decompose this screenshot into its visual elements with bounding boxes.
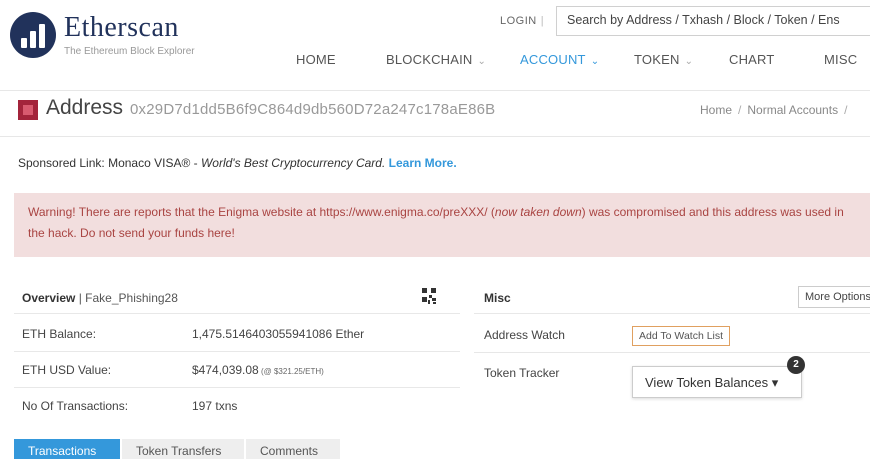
tx-count-row: No Of Transactions: 197 txns xyxy=(14,388,460,424)
misc-title: Misc xyxy=(484,291,511,305)
login-label: LOGIN xyxy=(500,15,537,27)
nav-token-label: TOKEN xyxy=(634,52,680,67)
breadcrumb-separator: / xyxy=(738,103,742,117)
search-input[interactable]: Search by Address / Txhash / Block / Tok… xyxy=(556,6,870,36)
address-identicon-icon xyxy=(18,100,38,120)
qr-code-icon[interactable] xyxy=(422,288,436,304)
nav-misc[interactable]: MISC xyxy=(824,52,857,67)
login-separator: | xyxy=(540,15,545,27)
chevron-down-icon: ⌄ xyxy=(684,56,694,67)
tx-count-value: 197 txns xyxy=(192,399,238,413)
tx-count-label: No Of Transactions: xyxy=(22,399,129,413)
eth-usd-amount: $474,039.08 xyxy=(192,363,259,377)
eth-usd-row: ETH USD Value: $474,039.08 (@ $321.25/ET… xyxy=(14,352,460,388)
alert-text-italic: now taken down xyxy=(494,205,582,219)
add-to-watch-list-button[interactable]: Add To Watch List xyxy=(632,326,731,346)
token-count-badge: 2 xyxy=(787,356,805,374)
phishing-warning-alert: Warning! There are reports that the Enig… xyxy=(14,193,870,257)
address-hash: 0x29D7d1dd5B6f9C864d9db560D72a247c178aE8… xyxy=(130,101,496,118)
token-tracker-label: Token Tracker xyxy=(484,366,560,380)
learn-more-link[interactable]: Learn More. xyxy=(389,156,457,170)
overview-title-label: Overview xyxy=(22,291,76,305)
misc-row-divider xyxy=(474,352,870,353)
breadcrumb-separator: / xyxy=(844,103,848,117)
breadcrumb-current[interactable]: Normal Accounts xyxy=(747,103,838,117)
login-link[interactable]: LOGIN | xyxy=(500,15,544,27)
address-divider xyxy=(0,136,870,137)
sponsor-slogan: World's Best Cryptocurrency Card. xyxy=(200,156,386,170)
tab-comments[interactable]: Comments xyxy=(246,439,340,459)
nav-blockchain-label: BLOCKCHAIN xyxy=(386,52,473,67)
page-title: Address xyxy=(46,96,124,119)
overview-title-sep: | xyxy=(75,291,86,305)
tab-transactions[interactable]: Transactions xyxy=(14,439,120,459)
eth-balance-label: ETH Balance: xyxy=(22,327,97,341)
brand-name: Etherscan xyxy=(64,12,179,43)
view-token-balances-dropdown[interactable]: View Token Balances ▾ xyxy=(632,366,802,398)
more-options-button[interactable]: More Options xyxy=(798,286,870,308)
sponsor-dash: - xyxy=(190,156,201,170)
address-heading: Address 0x29D7d1dd5B6f9C864d9db560D72a24… xyxy=(0,90,870,136)
breadcrumb-home[interactable]: Home xyxy=(700,103,732,117)
nav-chart[interactable]: CHART xyxy=(729,52,775,67)
nav-account[interactable]: ACCOUNT ⌄ xyxy=(520,52,599,67)
nav-token[interactable]: TOKEN ⌄ xyxy=(634,52,693,67)
eth-usd-value: $474,039.08 (@ $321.25/ETH) xyxy=(192,363,324,377)
overview-subtitle: Fake_Phishing28 xyxy=(85,291,178,305)
eth-usd-label: ETH USD Value: xyxy=(22,363,112,377)
chevron-down-icon: ⌄ xyxy=(590,56,600,67)
address-watch-label: Address Watch xyxy=(484,328,565,342)
nav-account-label: ACCOUNT xyxy=(520,52,586,67)
chevron-down-icon: ⌄ xyxy=(477,56,487,67)
tab-token-transfers[interactable]: Token Transfers xyxy=(122,439,244,459)
sponsor-prefix: Sponsored Link: xyxy=(18,156,105,170)
eth-balance-row: ETH Balance: 1,475.5146403055941086 Ethe… xyxy=(14,316,460,352)
eth-balance-value: 1,475.5146403055941086 Ether xyxy=(192,327,365,341)
nav-home[interactable]: HOME xyxy=(296,52,336,67)
nav-blockchain[interactable]: BLOCKCHAIN ⌄ xyxy=(386,52,486,67)
overview-title: Overview | Fake_Phishing28 xyxy=(22,291,178,305)
sponsor-brand: Monaco VISA® xyxy=(108,156,191,170)
main-nav: HOME BLOCKCHAIN ⌄ ACCOUNT ⌄ TOKEN ⌄ CHART M… xyxy=(0,52,870,74)
eth-price: (@ $321.25/ETH) xyxy=(258,367,324,376)
breadcrumb: Home / Normal Accounts / xyxy=(700,103,853,117)
overview-header: Overview | Fake_Phishing28 xyxy=(14,280,460,314)
site-header: Etherscan The Ethereum Block Explorer LO… xyxy=(0,0,870,90)
alert-text-1: Warning! There are reports that the Enig… xyxy=(28,205,495,219)
sponsored-link: Sponsored Link: Monaco VISA® - World's B… xyxy=(18,156,457,170)
misc-header: Misc More Options xyxy=(474,280,870,314)
